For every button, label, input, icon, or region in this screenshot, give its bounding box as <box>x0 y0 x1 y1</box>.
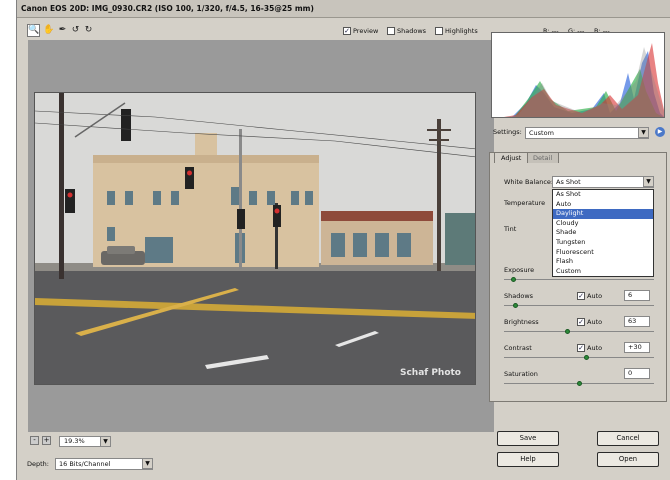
check-icon: ✓ <box>577 318 585 326</box>
slider-handle[interactable] <box>513 303 518 308</box>
zoom-in-button[interactable]: + <box>42 436 51 445</box>
slider-track <box>504 331 654 332</box>
white-balance-label: White Balance: <box>504 178 554 186</box>
tab-detail[interactable]: Detail <box>526 152 560 163</box>
adjust-slider[interactable] <box>504 303 654 308</box>
slider-handle[interactable] <box>584 355 589 360</box>
slider-track <box>504 305 654 306</box>
window-title: Canon EOS 20D: IMG_0930.CR2 (ISO 100, 1/… <box>21 4 314 13</box>
title-bar: Canon EOS 20D: IMG_0930.CR2 (ISO 100, 1/… <box>17 0 670 18</box>
hand-tool-icon[interactable]: ✋ <box>43 25 54 36</box>
adjust-slider[interactable] <box>504 277 654 282</box>
adjust-label: Exposure <box>504 266 535 274</box>
shadows-checkbox[interactable]: Shadows <box>387 27 426 37</box>
auto-checkbox[interactable]: ✓Auto <box>577 344 602 352</box>
adjust-value-field[interactable]: 6 <box>624 290 650 301</box>
zoom-out-button[interactable]: - <box>30 436 39 445</box>
adjust-label: Shadows <box>504 292 534 300</box>
depth-select[interactable]: 16 Bits/Channel ▼ <box>55 458 153 470</box>
depth-control: Depth: <box>27 458 49 470</box>
white-balance-option[interactable]: Tungsten <box>553 238 653 248</box>
white-balance-option[interactable]: Fluorescent <box>553 248 653 258</box>
tab-adjust[interactable]: Adjust <box>494 152 529 163</box>
temperature-label: Temperature <box>504 199 546 207</box>
white-balance-option[interactable]: Cloudy <box>553 219 653 229</box>
auto-checkbox[interactable]: ✓Auto <box>577 318 602 326</box>
white-balance-option[interactable]: Auto <box>553 200 653 210</box>
adjust-slider[interactable] <box>504 329 654 334</box>
tint-label: Tint <box>504 225 517 233</box>
histogram-graph <box>492 33 664 117</box>
white-balance-option[interactable]: Shade <box>553 228 653 238</box>
auto-checkbox[interactable]: ✓Auto <box>577 292 602 300</box>
chevron-down-icon: ▼ <box>638 127 649 138</box>
adjust-label: Brightness <box>504 318 539 326</box>
preview-check-icon: ✓ <box>343 27 351 35</box>
rotate-left-icon[interactable]: ↺ <box>70 25 81 36</box>
cancel-button[interactable]: Cancel <box>597 431 659 446</box>
image-preview-area[interactable]: Schaf Photo <box>28 40 494 432</box>
check-icon: ✓ <box>577 292 585 300</box>
settings-label: Settings: <box>493 128 522 136</box>
zoom-level-select[interactable]: 19.3% ▼ <box>59 436 111 447</box>
slider-track <box>504 279 654 280</box>
camera-raw-window: Canon EOS 20D: IMG_0930.CR2 (ISO 100, 1/… <box>16 0 670 480</box>
street-photo-image <box>35 93 475 384</box>
help-button[interactable]: Help <box>497 452 559 467</box>
zoom-tool-icon[interactable]: 🔍 <box>27 24 40 37</box>
adjust-value-field[interactable]: 63 <box>624 316 650 327</box>
adjust-slider[interactable] <box>504 381 654 386</box>
histogram <box>491 32 665 118</box>
slider-handle[interactable] <box>577 381 582 386</box>
white-balance-option[interactable]: As Shot <box>553 190 653 200</box>
white-balance-option[interactable]: Flash <box>553 257 653 267</box>
preview-checkbox[interactable]: ✓ Preview <box>343 27 378 37</box>
adjust-label: Saturation <box>504 370 538 378</box>
photo-preview: Schaf Photo <box>34 92 476 385</box>
white-balance-option[interactable]: Daylight <box>553 209 653 219</box>
depth-label: Depth: <box>27 460 49 468</box>
highlights-checkbox[interactable]: Highlights <box>435 27 478 37</box>
open-button[interactable]: Open <box>597 452 659 467</box>
adjust-label: Contrast <box>504 344 532 352</box>
chevron-down-icon: ▼ <box>142 458 153 469</box>
adjust-value-field[interactable]: +30 <box>624 342 650 353</box>
save-button[interactable]: Save <box>497 431 559 446</box>
adjust-slider[interactable] <box>504 355 654 360</box>
slider-handle[interactable] <box>565 329 570 334</box>
adjust-panel: Adjust Detail White Balance: As Shot ▼ T… <box>489 152 667 402</box>
white-balance-option[interactable]: Custom <box>553 267 653 277</box>
check-icon: ✓ <box>577 344 585 352</box>
photo-watermark: Schaf Photo <box>399 368 461 378</box>
slider-handle[interactable] <box>511 277 516 282</box>
white-balance-select[interactable]: As Shot ▼ <box>552 176 654 188</box>
chevron-down-icon: ▼ <box>643 176 654 187</box>
adjust-value-field[interactable]: 0 <box>624 368 650 379</box>
settings-select[interactable]: Custom ▼ <box>525 127 649 139</box>
rotate-right-icon[interactable]: ↻ <box>83 25 94 36</box>
chevron-down-icon: ▼ <box>100 436 111 447</box>
white-balance-dropdown: As Shot Auto Daylight Cloudy Shade Tungsten Fl… <box>552 189 654 278</box>
slider-track <box>504 357 654 358</box>
eyedropper-tool-icon[interactable]: ✒ <box>57 25 68 36</box>
settings-menu-icon[interactable]: ▶ <box>655 127 665 137</box>
zoom-controls: - + 19.3% ▼ <box>30 436 210 448</box>
